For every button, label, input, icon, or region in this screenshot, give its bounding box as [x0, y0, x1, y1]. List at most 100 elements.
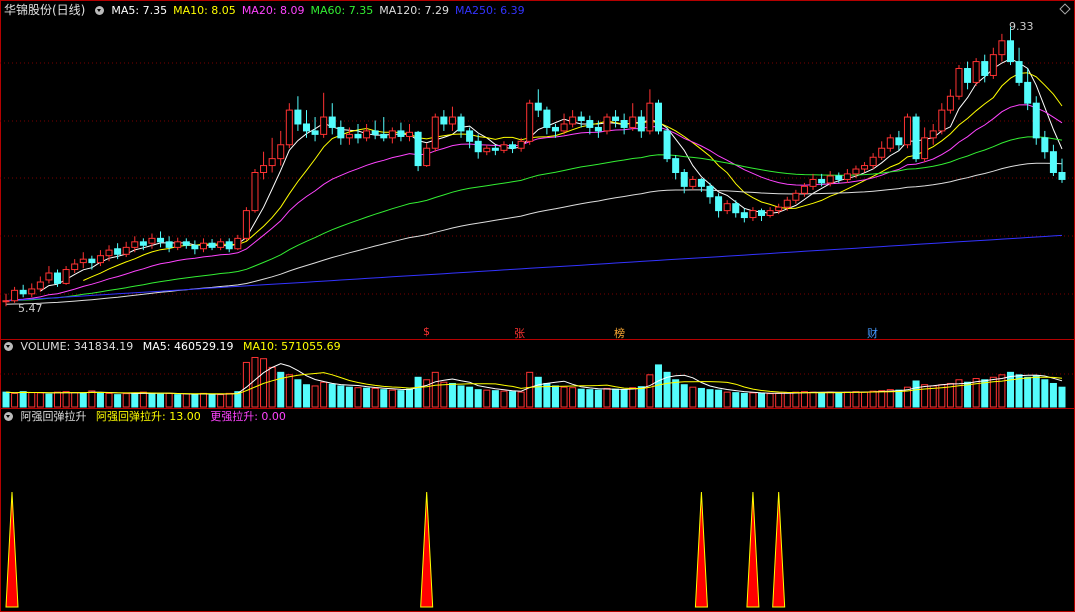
candle-body — [843, 173, 851, 180]
candle-body — [1041, 137, 1049, 153]
volume-bar — [414, 376, 422, 408]
candle-body — [54, 272, 62, 284]
ma-legend-item: MA5: 7.35 — [111, 4, 168, 17]
candle-body — [345, 133, 353, 139]
volume-bar — [380, 389, 388, 408]
volume-ma10: MA10: 571055.69 — [242, 340, 341, 353]
candle-body — [706, 185, 714, 198]
volume-bar — [165, 392, 173, 408]
candle-body — [225, 241, 233, 250]
candle-body — [337, 126, 345, 139]
volume-bar — [526, 371, 534, 408]
candle-body — [11, 289, 19, 302]
candle-body — [328, 116, 336, 128]
volume-bar — [792, 391, 800, 408]
candle-body — [474, 140, 482, 153]
volume-bar — [311, 385, 319, 408]
candle-body — [886, 137, 894, 149]
candle-body — [131, 241, 139, 248]
volume-bar — [835, 392, 843, 408]
candle-body — [637, 116, 645, 132]
volume-bar — [680, 384, 688, 408]
volume-bar — [371, 387, 379, 408]
volume-bar — [302, 384, 310, 408]
volume-bar — [586, 389, 594, 408]
candle-body — [998, 40, 1006, 56]
candle-body — [594, 126, 602, 132]
volume-bar — [843, 391, 851, 408]
volume-dropdown-icon[interactable] — [4, 342, 13, 351]
candle-body — [749, 210, 757, 219]
candle-body — [697, 178, 705, 187]
volume-bar — [62, 391, 70, 408]
volume-bar — [466, 386, 474, 408]
candle-body — [577, 116, 585, 122]
candle-body — [182, 241, 190, 246]
volume-bar — [1006, 371, 1014, 408]
volume-bar — [363, 387, 371, 408]
volume-bar — [208, 393, 216, 408]
volume-bar — [809, 391, 817, 408]
volume-bar — [689, 386, 697, 408]
candle-body — [62, 269, 70, 284]
volume-bar — [577, 388, 585, 408]
volume-bar — [551, 385, 559, 408]
dropdown-icon[interactable] — [94, 6, 104, 15]
volume-ma5-line — [5, 363, 1063, 395]
volume-bar — [337, 385, 345, 408]
volume-bar — [534, 376, 542, 408]
event-marker[interactable]: 财 — [867, 325, 878, 341]
indicator-dropdown-icon[interactable] — [4, 412, 13, 421]
volume-bar — [637, 386, 645, 408]
volume-bar — [740, 392, 748, 408]
candle-body — [406, 131, 414, 137]
candle-body — [71, 263, 79, 271]
candle-body — [79, 258, 87, 264]
volume-bar — [878, 390, 886, 408]
candle-body — [388, 130, 396, 139]
event-marker[interactable]: 榜 — [614, 325, 625, 341]
candle-body — [955, 68, 963, 97]
candle-body — [457, 116, 465, 132]
candle-body — [491, 147, 499, 151]
volume-bar — [603, 387, 611, 408]
ma60-line — [5, 136, 1063, 302]
candle-body — [114, 248, 122, 255]
volume-bar — [715, 389, 723, 408]
volume-bar — [766, 393, 774, 408]
volume-bar — [483, 389, 491, 408]
volume-bar — [388, 389, 396, 408]
stock-title: 华锦股份(日线) — [4, 3, 86, 17]
event-marker[interactable]: 张 — [514, 325, 525, 341]
event-marker[interactable]: $ — [423, 325, 430, 338]
candle-body — [878, 147, 886, 158]
volume-bar — [1049, 382, 1057, 408]
candle-body — [758, 210, 766, 216]
candle-body — [363, 130, 371, 139]
volume-bar — [912, 380, 920, 408]
candle-body — [972, 61, 980, 83]
volume-bar — [500, 390, 508, 408]
candle-body — [929, 130, 937, 139]
stock-chart — [0, 0, 1075, 612]
volume-bar — [2, 391, 10, 408]
volume-bar — [217, 394, 225, 408]
volume-bar — [122, 393, 130, 408]
volume-value: VOLUME: 341834.19 — [20, 340, 134, 353]
candle-body — [612, 116, 620, 122]
low-price-label: 5.47 — [18, 302, 43, 315]
candle-body — [199, 242, 207, 250]
indicator-name: 阿强回弹拉升 — [20, 410, 87, 423]
volume-bar — [723, 391, 731, 408]
volume-bar — [972, 378, 980, 408]
volume-bar — [491, 390, 499, 408]
volume-bar — [157, 393, 165, 408]
candle-body — [122, 246, 130, 255]
candle-body — [680, 172, 688, 187]
volume-bar — [474, 389, 482, 408]
candle-body — [620, 120, 628, 128]
volume-bar — [423, 379, 431, 408]
candle-body — [964, 68, 972, 83]
candle-body — [234, 237, 242, 250]
ma5-line — [40, 58, 1063, 292]
